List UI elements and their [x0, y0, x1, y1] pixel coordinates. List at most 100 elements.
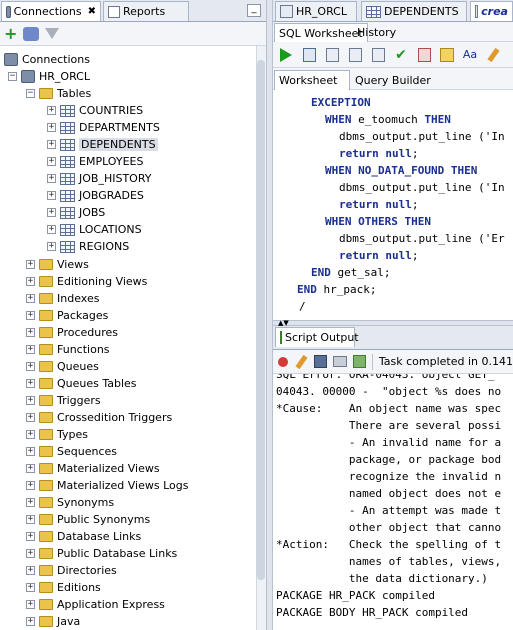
tree-table-item[interactable]: + COUNTRIES: [47, 102, 143, 119]
minimize-button[interactable]: _: [247, 4, 261, 17]
tab-dependents[interactable]: DEPENDENTS: [361, 1, 467, 21]
tree-folder-item[interactable]: + Materialized Views: [26, 460, 160, 477]
rollback-icon[interactable]: [415, 46, 433, 64]
tab-worksheet[interactable]: Worksheet: [274, 70, 350, 90]
expand-icon[interactable]: +: [26, 362, 35, 371]
tree-table-item[interactable]: + DEPENDENTS: [47, 136, 158, 153]
expand-icon[interactable]: +: [26, 277, 35, 286]
add-connection-icon[interactable]: +: [4, 25, 17, 42]
tree-folder-item[interactable]: + Database Links: [26, 528, 141, 545]
commit-icon[interactable]: ✔: [392, 46, 410, 64]
panel-divider[interactable]: [266, 0, 273, 630]
unshared-sql-icon[interactable]: [438, 46, 456, 64]
expand-icon[interactable]: +: [47, 157, 56, 166]
collapse-icon[interactable]: −: [8, 72, 17, 81]
expand-icon[interactable]: +: [47, 123, 56, 132]
expand-icon[interactable]: +: [26, 379, 35, 388]
tree-table-item[interactable]: + DEPARTMENTS: [47, 119, 160, 136]
expand-icon[interactable]: +: [26, 498, 35, 507]
refresh-icon[interactable]: [23, 26, 40, 41]
script-output-area[interactable]: SQL Error: ORA-04043: object GET_ 04043. …: [273, 374, 513, 630]
expand-icon[interactable]: +: [26, 464, 35, 473]
tree-folder-item[interactable]: + Types: [26, 426, 88, 443]
tree-folder-item[interactable]: + Procedures: [26, 324, 118, 341]
filter-icon[interactable]: [45, 28, 60, 39]
clear-icon[interactable]: [484, 46, 502, 64]
expand-icon[interactable]: +: [26, 260, 35, 269]
tab-reports[interactable]: Reports: [103, 1, 189, 21]
expand-icon[interactable]: +: [26, 311, 35, 320]
eraser-icon[interactable]: [295, 353, 309, 371]
to-upper-lower-icon[interactable]: Aa: [461, 46, 479, 64]
tab-script-output[interactable]: Script Output: [275, 327, 359, 347]
expand-icon[interactable]: +: [26, 481, 35, 490]
tab-history[interactable]: History: [353, 23, 400, 42]
expand-icon[interactable]: +: [26, 600, 35, 609]
expand-icon[interactable]: +: [26, 396, 35, 405]
tree-table-item[interactable]: + EMPLOYEES: [47, 153, 143, 170]
tree-folder-item[interactable]: + Indexes: [26, 290, 99, 307]
tab-hr-orcl[interactable]: HR_ORCL: [275, 1, 357, 21]
tree-folder-item[interactable]: + Public Synonyms: [26, 511, 150, 528]
tree-folder-item[interactable]: + Sequences: [26, 443, 117, 460]
tree-folder-item[interactable]: + Synonyms: [26, 494, 114, 511]
tab-create[interactable]: crea: [470, 1, 513, 21]
tree-folder-item[interactable]: + Views: [26, 256, 89, 273]
expand-icon[interactable]: +: [47, 140, 56, 149]
pin-icon[interactable]: [277, 353, 290, 371]
sql-editor[interactable]: EXCEPTION WHEN e_toomuch THEN dbms_output.…: [273, 90, 513, 320]
expand-icon[interactable]: +: [26, 549, 35, 558]
tree-folder-item[interactable]: + Editioning Views: [26, 273, 147, 290]
tree-table-item[interactable]: + JOBGRADES: [47, 187, 144, 204]
expand-icon[interactable]: +: [26, 430, 35, 439]
expand-icon[interactable]: +: [47, 106, 56, 115]
tree-folder-item[interactable]: + Queues Tables: [26, 375, 137, 392]
tree-folder-item[interactable]: + Functions: [26, 341, 110, 358]
tab-query-builder[interactable]: Query Builder: [351, 70, 447, 90]
tree-folder-item[interactable]: + Crossedition Triggers: [26, 409, 172, 426]
expand-icon[interactable]: +: [47, 225, 56, 234]
expand-icon[interactable]: +: [26, 583, 35, 592]
expand-icon[interactable]: +: [26, 532, 35, 541]
autotrace-icon[interactable]: [323, 46, 341, 64]
tree-folder-item[interactable]: + Packages: [26, 307, 108, 324]
expand-icon[interactable]: +: [26, 413, 35, 422]
explain-plan-icon[interactable]: [346, 46, 364, 64]
tree-folder-item[interactable]: + Materialized Views Logs: [26, 477, 188, 494]
tree-folder-item[interactable]: + Directories: [26, 562, 117, 579]
tree-folder-item[interactable]: + Queues: [26, 358, 99, 375]
expand-icon[interactable]: +: [26, 294, 35, 303]
tree-connection-hr-orcl[interactable]: − HR_ORCL: [8, 68, 90, 85]
run-statement-icon[interactable]: [277, 46, 295, 64]
run-script-icon[interactable]: [300, 46, 318, 64]
sql-tuning-icon[interactable]: [369, 46, 387, 64]
expand-icon[interactable]: +: [47, 208, 56, 217]
tree-connections-root[interactable]: Connections: [4, 51, 90, 68]
tree-folder-item[interactable]: + Application Express: [26, 596, 165, 613]
tab-connections[interactable]: Connections ✖: [1, 1, 101, 21]
tree-scrollbar-thumb[interactable]: [257, 60, 265, 580]
tree-table-item[interactable]: + REGIONS: [47, 238, 129, 255]
tree-folder-item[interactable]: + Public Database Links: [26, 545, 177, 562]
expand-icon[interactable]: +: [26, 515, 35, 524]
expand-icon[interactable]: +: [47, 174, 56, 183]
expand-icon[interactable]: +: [47, 191, 56, 200]
open-script-icon[interactable]: [353, 353, 367, 371]
tree-folder-tables[interactable]: − Tables: [26, 85, 91, 102]
expand-icon[interactable]: +: [26, 566, 35, 575]
print-icon[interactable]: [333, 353, 348, 371]
expand-icon[interactable]: +: [26, 617, 35, 626]
tree-folder-item[interactable]: + Editions: [26, 579, 101, 596]
tree-table-item[interactable]: + JOBS: [47, 204, 105, 221]
expand-icon[interactable]: +: [26, 328, 35, 337]
close-icon[interactable]: ✖: [88, 6, 96, 17]
save-icon[interactable]: [314, 353, 328, 371]
collapse-icon[interactable]: −: [26, 89, 35, 98]
expand-icon[interactable]: +: [26, 345, 35, 354]
expand-icon[interactable]: +: [26, 447, 35, 456]
tree-table-item[interactable]: + LOCATIONS: [47, 221, 142, 238]
tree-table-item[interactable]: + JOB_HISTORY: [47, 170, 151, 187]
expand-icon[interactable]: +: [47, 242, 56, 251]
tree-folder-item[interactable]: + Java: [26, 613, 80, 630]
tree-folder-item[interactable]: + Triggers: [26, 392, 101, 409]
